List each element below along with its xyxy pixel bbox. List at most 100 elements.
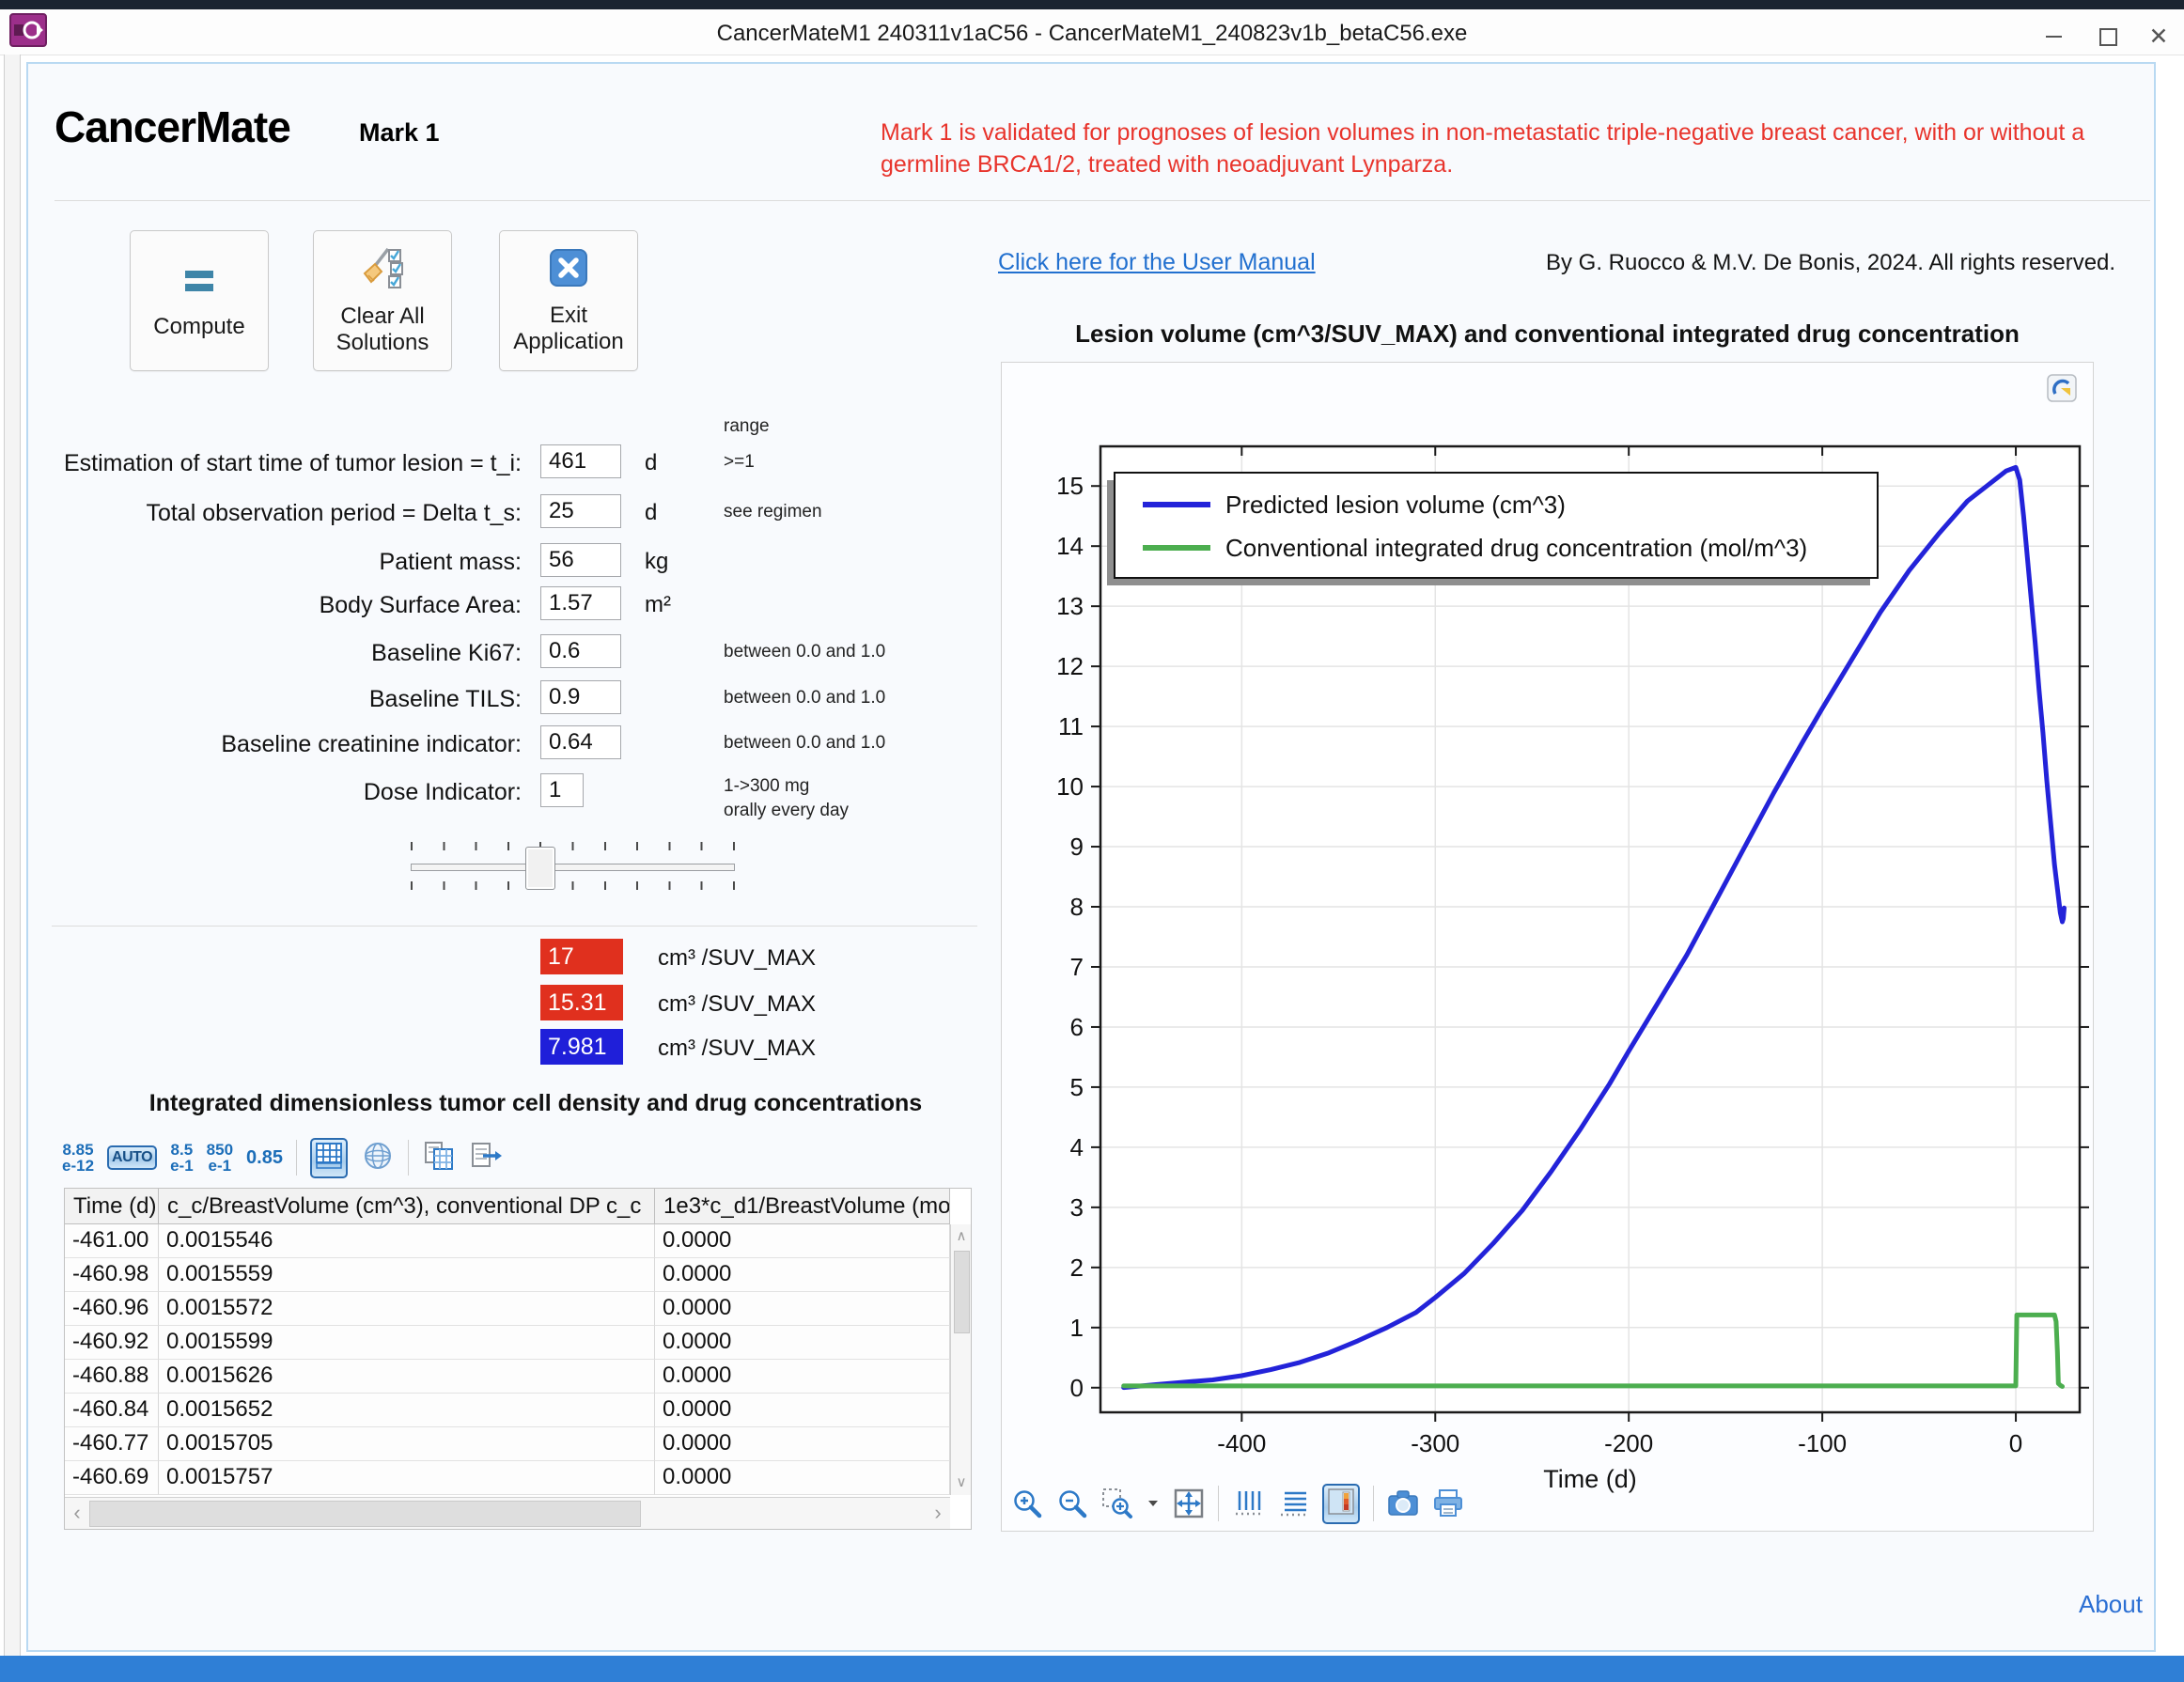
- svg-text:12: 12: [1056, 652, 1084, 680]
- user-manual-link[interactable]: Click here for the User Manual: [998, 249, 1316, 276]
- vertical-scroll-thumb[interactable]: [954, 1251, 970, 1333]
- legend-colorbar-toggle-button[interactable]: [1322, 1484, 1360, 1524]
- about-link[interactable]: About: [2079, 1590, 2143, 1619]
- column-header-time[interactable]: Time (d): [65, 1189, 159, 1224]
- lesion-volume-chart[interactable]: 0123456789101112131415-400-300-200-1000T…: [1002, 363, 2095, 1533]
- result-row: Clinical lesion volume (t=0): 17 cm³ /SU…: [0, 939, 982, 976]
- table-vertical-scrollbar[interactable]: ∧ ∨: [950, 1224, 971, 1495]
- app-version-label: Mark 1: [359, 118, 440, 148]
- broom-checklist-icon: [360, 246, 405, 296]
- result-row: Predicted lesion volume (t=Delta t_s): 7…: [0, 1029, 982, 1067]
- patient-mass-label: Patient mass:: [56, 549, 522, 576]
- divider: [52, 926, 977, 927]
- svg-text:Time (d): Time (d): [1543, 1465, 1637, 1493]
- zoom-out-button[interactable]: [1056, 1487, 1088, 1519]
- clinical-volume-value[interactable]: 17: [540, 939, 623, 974]
- clear-all-solutions-button[interactable]: Clear All Solutions: [313, 230, 452, 371]
- range-hint-line2: orally every day: [724, 801, 849, 821]
- horizontal-scroll-thumb[interactable]: [89, 1501, 641, 1527]
- dose-slider[interactable]: [411, 842, 735, 893]
- table-section-heading: Integrated dimensionless tumor cell dens…: [132, 1090, 940, 1117]
- x-axis-grid-button[interactable]: [1232, 1487, 1264, 1519]
- baseline-tils-input[interactable]: [540, 680, 621, 714]
- minimize-button[interactable]: [2032, 23, 2075, 51]
- wireframe-sphere-icon: [363, 1141, 393, 1176]
- plot-window-icon[interactable]: [2047, 374, 2077, 407]
- results-data-table: Time (d) c_c/BreastVolume (cm^3), conven…: [64, 1188, 972, 1530]
- print-button[interactable]: [1432, 1487, 1464, 1519]
- exit-application-button[interactable]: Exit Application: [499, 230, 638, 371]
- range-hint: see regimen: [724, 502, 822, 522]
- predicted-volume-end-value: 7.981: [540, 1029, 623, 1065]
- unit-label: m²: [645, 592, 671, 618]
- compute-icon: [178, 262, 221, 306]
- precision-8-5e-1-button[interactable]: 8.5e-1: [170, 1142, 194, 1174]
- scroll-up-arrow[interactable]: ∧: [951, 1224, 972, 1249]
- svg-text:-200: -200: [1604, 1429, 1653, 1457]
- sphere-view-button[interactable]: [361, 1139, 395, 1177]
- patient-mass-input[interactable]: [540, 543, 621, 577]
- zoom-in-button[interactable]: [1011, 1487, 1043, 1519]
- svg-text:Conventional integrated drug c: Conventional integrated drug concentrati…: [1225, 534, 1807, 562]
- observation-period-input[interactable]: [540, 494, 621, 528]
- range-hint: >=1: [724, 452, 755, 473]
- svg-text:14: 14: [1056, 532, 1084, 560]
- body-surface-area-label: Body Surface Area:: [56, 592, 522, 619]
- column-header-cd1[interactable]: 1e3*c_d1/BreastVolume (mo: [655, 1189, 950, 1224]
- form-row: Dose Indicator: 1->300 mg orally every d…: [0, 773, 982, 813]
- table-grid-icon: [315, 1142, 343, 1175]
- full-precision-table-button[interactable]: [310, 1138, 348, 1178]
- graphics-panel: 0123456789101112131415-400-300-200-1000T…: [1001, 362, 2094, 1532]
- body-surface-area-input[interactable]: [540, 586, 621, 620]
- zoom-box-button[interactable]: [1101, 1487, 1133, 1519]
- chart-title: Lesion volume (cm^3/SUV_MAX) and convent…: [1001, 319, 2094, 349]
- table-row: -460.920.00155990.0000: [65, 1326, 950, 1360]
- svg-text:13: 13: [1056, 592, 1084, 620]
- precision-0-85-button[interactable]: 0.85: [246, 1148, 283, 1167]
- form-row: Baseline Ki67: between 0.0 and 1.0: [0, 634, 982, 674]
- svg-text:8: 8: [1070, 893, 1084, 921]
- baseline-tils-label: Baseline TILS:: [56, 686, 522, 713]
- y-axis-grid-button[interactable]: [1277, 1487, 1309, 1519]
- compute-button[interactable]: Compute: [130, 230, 269, 371]
- start-time-input[interactable]: [540, 444, 621, 478]
- unit-label: d: [645, 450, 657, 476]
- separator: [408, 1140, 409, 1176]
- volume-unit: cm³ /SUV_MAX: [658, 1036, 816, 1062]
- close-button[interactable]: ✕: [2137, 23, 2180, 51]
- copy-table-button[interactable]: [422, 1139, 456, 1177]
- svg-text:4: 4: [1070, 1133, 1084, 1161]
- scroll-left-arrow[interactable]: ‹: [65, 1498, 89, 1530]
- left-scroll-gutter[interactable]: [4, 55, 21, 1656]
- export-table-button[interactable]: [469, 1139, 505, 1177]
- volume-unit: cm³ /SUV_MAX: [658, 945, 816, 972]
- application-window: CancerMateM1 240311v1aC56 - CancerMateM1…: [0, 0, 2184, 1682]
- column-header-cc[interactable]: c_c/BreastVolume (cm^3), conventional DP…: [159, 1189, 655, 1224]
- zoom-extents-button[interactable]: [1173, 1487, 1205, 1519]
- copyright-text: By G. Ruocco & M.V. De Bonis, 2024. All …: [1546, 250, 2115, 276]
- baseline-creatinine-input[interactable]: [540, 725, 621, 759]
- svg-text:6: 6: [1070, 1013, 1084, 1041]
- scroll-right-arrow[interactable]: ›: [926, 1498, 950, 1530]
- app-title: CancerMate: [55, 101, 290, 152]
- range-hint: between 0.0 and 1.0: [724, 642, 885, 662]
- table-row: -460.690.00157570.0000: [65, 1461, 950, 1495]
- precision-8-85e-12-button[interactable]: 8.85e-12: [62, 1142, 94, 1174]
- dose-indicator-input[interactable]: [540, 773, 584, 807]
- form-row: Baseline TILS: between 0.0 and 1.0: [0, 680, 982, 720]
- slider-ticks-top: [411, 842, 735, 850]
- baseline-ki67-input[interactable]: [540, 634, 621, 668]
- slider-thumb[interactable]: [525, 847, 555, 890]
- table-horizontal-scrollbar[interactable]: ‹ ›: [65, 1497, 950, 1529]
- maximize-button[interactable]: [2086, 23, 2129, 51]
- zoom-box-dropdown-caret[interactable]: [1147, 1499, 1160, 1508]
- copy-sheets-icon: [424, 1141, 454, 1176]
- precision-850e-1-button[interactable]: 850e-1: [207, 1142, 233, 1174]
- unit-label: kg: [645, 549, 668, 575]
- form-row: Baseline creatinine indicator: between 0…: [0, 725, 982, 765]
- auto-precision-button[interactable]: AUTO: [107, 1145, 157, 1170]
- exit-x-icon: [548, 247, 589, 295]
- snapshot-camera-button[interactable]: [1387, 1487, 1419, 1519]
- slider-track[interactable]: [411, 864, 735, 871]
- scroll-down-arrow[interactable]: ∨: [951, 1471, 972, 1495]
